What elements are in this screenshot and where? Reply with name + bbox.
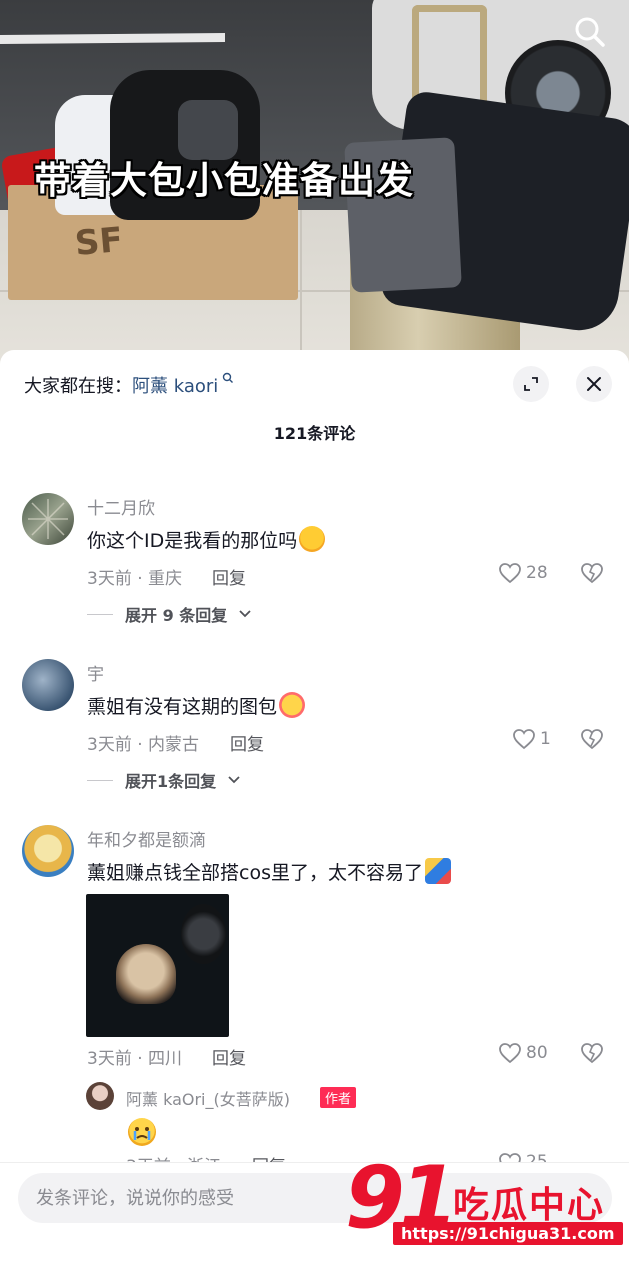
watermark-text: 吃瓜中心 <box>453 1185 606 1226</box>
like-count: 28 <box>526 563 548 583</box>
comment-text: 熏姐有没有这期的图包 <box>87 692 306 719</box>
avatar[interactable] <box>22 659 74 711</box>
heart-icon <box>499 563 521 584</box>
author-badge: 作者 <box>320 1087 357 1108</box>
watermark-logo: 91 吃瓜中心 https://91chigua31.com <box>345 1148 625 1258</box>
expand-icon <box>524 377 538 391</box>
divider <box>87 613 113 615</box>
comment-count-title: 121条评论 <box>273 424 356 443</box>
comment-meta: 3天前 · 四川 <box>87 1049 183 1069</box>
box-logo: SF <box>73 219 125 265</box>
like-count: 1 <box>540 729 551 749</box>
cat-face-image <box>116 944 176 1004</box>
search-icon <box>218 372 234 387</box>
comment-text: 薰姐赚点钱全部搭cos里了，太不容易了 <box>87 858 451 885</box>
comment-author[interactable]: 年和夕都是额滴 <box>87 826 206 851</box>
comment-body: 你这个ID是我看的那位吗 <box>87 530 298 552</box>
comment-author[interactable]: 宇 <box>87 660 104 685</box>
expand-replies-label: 展开 9 条回复 <box>125 606 228 625</box>
comment-input[interactable] <box>36 1173 336 1223</box>
dislike-button[interactable] <box>580 728 604 754</box>
close-icon <box>587 377 601 391</box>
attached-image[interactable] <box>86 894 229 1037</box>
avatar[interactable] <box>86 1082 114 1110</box>
expand-replies-button[interactable]: 展开 9 条回复 <box>87 602 251 626</box>
dislike-button[interactable] <box>580 562 604 588</box>
crying-laughing-emoji <box>299 526 326 552</box>
expand-replies-label: 展开1条回复 <box>125 772 217 791</box>
comment-body: 熏姐有没有这期的图包 <box>87 696 278 718</box>
expand-sheet-button[interactable] <box>513 366 549 402</box>
lens-image <box>181 904 226 964</box>
chevron-down-icon <box>228 776 240 784</box>
road-marking <box>0 33 225 44</box>
avatar[interactable] <box>22 825 74 877</box>
chevron-down-icon <box>239 610 251 618</box>
broken-heart-icon <box>581 563 603 584</box>
reply-button[interactable]: 回复 <box>212 564 246 589</box>
video-caption: 带着大包小包准备出发 <box>34 159 414 202</box>
search-icon[interactable] <box>572 14 608 50</box>
heart-icon <box>513 729 535 750</box>
comment-meta: 3天前 · 内蒙古 <box>87 735 200 755</box>
broken-heart-icon <box>581 1043 603 1064</box>
comment-author[interactable]: 十二月欣 <box>87 494 155 519</box>
comment-sheet: 大家都在搜：阿薰 kaori 121条评论 十二月欣 你这个ID是我看的那位吗 … <box>0 350 629 1280</box>
comment-body: 薰姐赚点钱全部搭cos里了，太不容易了 <box>87 862 423 884</box>
hot-search-prefix: 大家都在搜： <box>24 376 132 397</box>
hot-search-term[interactable]: 阿薰 kaori <box>132 376 218 397</box>
like-button[interactable]: 1 <box>512 728 551 750</box>
video-player[interactable]: SF 带着大包小包准备出发 <box>0 0 629 372</box>
like-button[interactable]: 28 <box>498 562 548 584</box>
avatar[interactable] <box>22 493 74 545</box>
sliding-person-emoji <box>424 858 451 884</box>
reply-button[interactable]: 回复 <box>230 730 264 755</box>
watermark-url: https://91chigua31.com <box>393 1222 623 1245</box>
blushing-emoji <box>279 692 306 718</box>
comment-meta: 3天前 · 重庆 <box>87 569 183 589</box>
heart-icon <box>499 1043 521 1064</box>
comment-text: 你这个ID是我看的那位吗 <box>87 526 326 553</box>
like-count: 80 <box>526 1043 548 1063</box>
broken-heart-icon <box>581 729 603 750</box>
hot-search[interactable]: 大家都在搜：阿薰 kaori <box>24 372 234 398</box>
close-button[interactable] <box>576 366 612 402</box>
expand-replies-button[interactable]: 展开1条回复 <box>87 768 240 792</box>
reply-author[interactable]: 阿薰 kaOri_(女菩萨版) <box>126 1086 290 1110</box>
crying-face-emoji <box>128 1118 156 1146</box>
dislike-button[interactable] <box>580 1042 604 1068</box>
reply-button[interactable]: 回复 <box>212 1044 246 1069</box>
divider <box>87 779 113 781</box>
like-button[interactable]: 80 <box>498 1042 548 1064</box>
